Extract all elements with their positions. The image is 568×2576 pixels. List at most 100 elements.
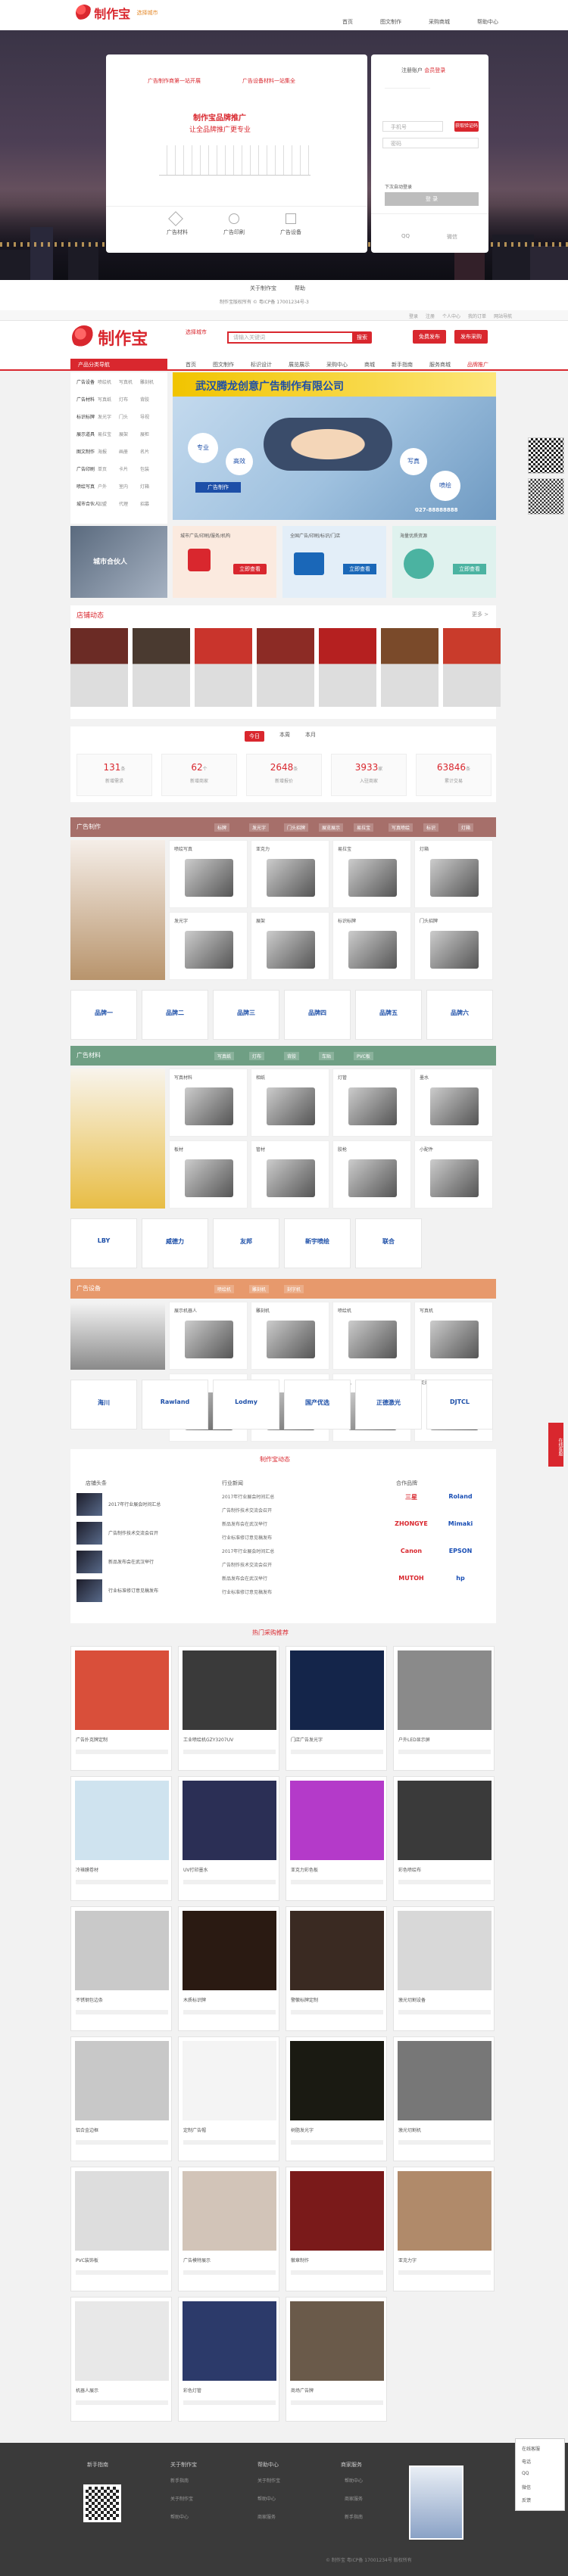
sidebar-subitem[interactable]: 雕刻机 [140, 378, 154, 385]
news-col-industry[interactable]: 行业新闻 [222, 1479, 243, 1487]
brand-logo-tile[interactable]: 联合 [355, 1218, 422, 1268]
sidebar-subitem[interactable]: 招募 [140, 500, 149, 507]
qq-login-icon[interactable]: QQ [401, 233, 410, 239]
float-service-item[interactable]: 微信 [522, 2484, 531, 2490]
category-item[interactable]: 小配件 [414, 1140, 493, 1209]
sidebar-category[interactable]: 广告印刷 [76, 465, 95, 472]
nav-exhibit[interactable]: 展览展示 [289, 361, 310, 369]
category-item[interactable]: 胶枪 [332, 1140, 411, 1209]
tab-register[interactable]: 注册账户 [401, 67, 423, 73]
promo-partner[interactable]: 城市合伙人 [70, 526, 167, 598]
hot-product-card[interactable]: 机器人展示 [70, 2297, 172, 2422]
industry-news-item[interactable]: 行业标准修订意见稿发布 [222, 1534, 272, 1541]
brand-logo-tile[interactable]: 威德力 [142, 1218, 208, 1268]
sms-code-button[interactable]: 获取验证码 [454, 121, 479, 132]
brand-logo-tile[interactable]: 品牌四 [284, 990, 351, 1040]
sidebar-subitem[interactable]: 单页 [98, 465, 107, 472]
brand-logo-tile[interactable]: LBY [70, 1218, 137, 1268]
category-item[interactable]: 相纸 [251, 1069, 329, 1137]
brand-logo-tile[interactable]: 品牌一 [70, 990, 137, 1040]
hot-product-card[interactable]: 户外LED显示屏 [393, 1646, 495, 1771]
category-item[interactable]: 灯管 [332, 1069, 411, 1137]
news-col-brands[interactable]: 合作品牌 [396, 1479, 417, 1487]
category-hero-image[interactable] [70, 1069, 165, 1209]
toolbar-login[interactable]: 登录 [409, 313, 418, 319]
nav-mall[interactable]: 商城 [364, 361, 375, 369]
sidebar-subitem[interactable]: 加盟 [98, 500, 107, 507]
category-tag[interactable]: 喷绘机 [214, 1285, 235, 1293]
nav-home[interactable]: 首页 [342, 18, 353, 26]
sidebar-category[interactable]: 城市合伙人 [76, 500, 99, 507]
category-tag[interactable]: 写真喷绘 [389, 823, 414, 832]
hot-product-card[interactable]: 树脂发光字 [286, 2036, 387, 2161]
partner-brand-logo[interactable]: MUTOH [389, 1575, 434, 1582]
sidebar-category[interactable]: 广告设备 [76, 378, 95, 385]
sidebar-subitem[interactable]: 包装 [140, 465, 149, 472]
hot-product-card[interactable]: 铝合金边框 [70, 2036, 172, 2161]
category-tag[interactable]: 雕刻机 [249, 1285, 270, 1293]
category-item[interactable]: 墨水 [414, 1069, 493, 1137]
category-item[interactable]: 展架 [251, 912, 329, 980]
hot-product-card[interactable]: UV打印墨水 [178, 1776, 279, 1901]
store-photo[interactable] [257, 628, 314, 707]
category-item[interactable]: 板材 [169, 1140, 248, 1209]
footer-link[interactable]: 关于制作宝 [170, 2495, 193, 2502]
category-item[interactable]: 喷绘写真 [169, 840, 248, 908]
brand-logo-tile[interactable]: 友邦 [213, 1218, 279, 1268]
category-item[interactable]: 标识标牌 [332, 912, 411, 980]
hot-product-card[interactable]: 广告扑克牌定制 [70, 1646, 172, 1771]
sidebar-category[interactable]: 广告材料 [76, 396, 95, 403]
partner-brand-logo[interactable]: ZHONGYE [389, 1520, 434, 1527]
sidebar-subitem[interactable]: 名片 [140, 448, 149, 455]
sidebar-subitem[interactable]: 灯箱 [140, 483, 149, 490]
login-button[interactable]: 登 录 [385, 192, 479, 206]
purchase-button[interactable]: 发布采购 [454, 330, 488, 344]
sidebar-subitem[interactable]: 展架 [119, 431, 128, 437]
footer-link[interactable]: 新手指南 [170, 2477, 189, 2484]
hot-product-card[interactable]: 激光切割机 [393, 2036, 495, 2161]
news-thumb[interactable] [76, 1493, 102, 1516]
category-item[interactable]: 喷绘机 [332, 1302, 411, 1370]
promo-national[interactable]: 全国广告/印刷/标识/门店 立即查看 [282, 526, 386, 598]
stats-tab-week[interactable]: 本周 [279, 731, 290, 742]
brand-logo-tile[interactable]: DJTCL [426, 1380, 493, 1430]
partner-brand-logo[interactable]: EPSON [438, 1548, 483, 1554]
hot-product-card[interactable]: 商场广告牌 [286, 2297, 387, 2422]
hot-product-card[interactable]: 彩色喷绘布 [393, 1776, 495, 1901]
brand-logo-tile[interactable]: 品牌三 [213, 990, 279, 1040]
store-photo[interactable] [195, 628, 252, 707]
category-tag[interactable]: 灯箱 [458, 823, 474, 832]
category-tag[interactable]: 发光字 [249, 823, 270, 832]
footer-col-help[interactable]: 帮助中心 [257, 2461, 279, 2469]
sidebar-category[interactable]: 喷绘写真 [76, 483, 95, 490]
brand-logo-tile[interactable]: 新宇喷绘 [284, 1218, 351, 1268]
publish-button[interactable]: 免费发布 [413, 330, 446, 344]
site-logo[interactable]: 制作宝 [72, 325, 148, 350]
nav-mall[interactable]: 采购商城 [429, 18, 450, 26]
feature-printing[interactable]: 广告印刷 [223, 229, 245, 236]
news-headline[interactable]: 行业标准修订意见稿发布 [108, 1587, 158, 1594]
hot-product-card[interactable]: 门店广告发光字 [286, 1646, 387, 1771]
float-service-item[interactable]: 在线客服 [522, 2445, 540, 2452]
partner-brand-logo[interactable]: 三星 [389, 1493, 434, 1501]
tab-login[interactable]: 会员登录 [424, 67, 445, 73]
search-input[interactable]: 请输入关键词 [227, 331, 356, 344]
password-input[interactable]: 密码 [382, 138, 479, 148]
hot-product-card[interactable]: 冷裱膜卷材 [70, 1776, 172, 1901]
partner-brand-logo[interactable]: Canon [389, 1548, 434, 1554]
category-menu-button[interactable]: 产品分类导航 [70, 359, 167, 371]
sidebar-subitem[interactable]: 背胶 [140, 396, 149, 403]
category-hero-image[interactable] [70, 1302, 165, 1370]
hot-product-card[interactable]: 亚克力彩色板 [286, 1776, 387, 1901]
float-service-item[interactable]: 反馈 [522, 2497, 531, 2503]
footer-magazine-image[interactable] [409, 2466, 463, 2540]
category-tag[interactable]: 门头招牌 [284, 823, 309, 832]
stats-tab-today[interactable]: 今日 [245, 731, 264, 742]
category-hero-image[interactable] [70, 840, 165, 980]
remember-checkbox[interactable]: 下次自动登录 [385, 183, 412, 190]
nav-guide[interactable]: 新手指南 [392, 361, 413, 369]
footer-link[interactable]: 关于制作宝 [257, 2477, 280, 2484]
promo-city-button[interactable]: 立即查看 [233, 564, 267, 574]
sidebar-category[interactable]: 展示道具 [76, 431, 95, 437]
brand-logo-tile[interactable]: Rawland [142, 1380, 208, 1430]
